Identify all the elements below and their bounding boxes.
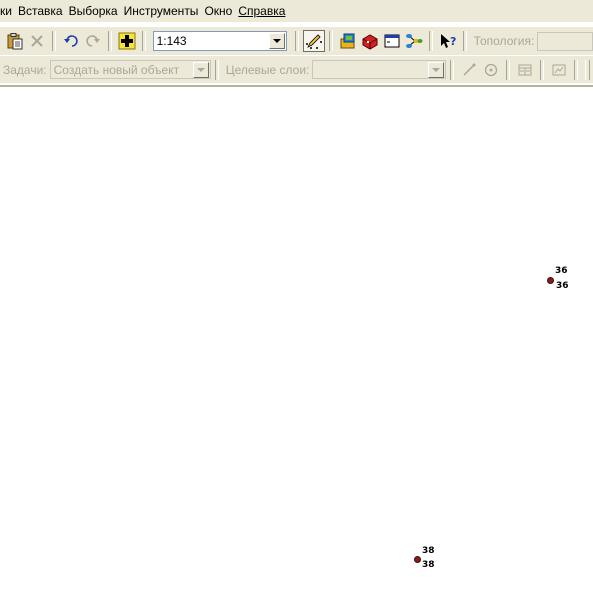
- chevron-down-icon: [273, 39, 282, 43]
- model-builder-button[interactable]: [403, 30, 425, 52]
- map-point-label: 38: [422, 546, 435, 556]
- toolbar-separator: [141, 31, 146, 51]
- toolbar-separator: [52, 31, 56, 51]
- edit-sketch-button[interactable]: [458, 59, 480, 81]
- menu-item-help[interactable]: Справка: [235, 0, 288, 22]
- toolbar-separator: [574, 59, 579, 80]
- undo-button[interactable]: [60, 30, 82, 52]
- editor-pencil-icon: [306, 34, 322, 49]
- arctoolbox-icon: [362, 34, 378, 50]
- paste-button[interactable]: [4, 30, 26, 52]
- arctoolbox-button[interactable]: [359, 30, 381, 52]
- map-point-feature[interactable]: [415, 557, 420, 562]
- menu-item-tools[interactable]: Инструменты: [121, 0, 202, 22]
- task-label: Задачи:: [3, 62, 47, 77]
- sketch-tool-icon: [463, 63, 476, 76]
- map-point-label: 38: [422, 560, 435, 570]
- menu-item-selection[interactable]: Выборка: [66, 0, 121, 22]
- task-dropdown-button[interactable]: [192, 61, 209, 78]
- attributes-button[interactable]: [514, 59, 536, 81]
- map-display[interactable]: 36 36 38 38: [0, 85, 593, 597]
- add-data-icon: [118, 32, 136, 50]
- toolbar-separator: [107, 31, 112, 51]
- menu-item-help-label: Справка: [238, 4, 286, 18]
- arccatalog-icon: [340, 33, 355, 49]
- menu-item-partial[interactable]: ки: [0, 0, 15, 22]
- map-scale-dropdown-button[interactable]: [269, 33, 286, 49]
- toolbar-grip[interactable]: [585, 59, 590, 80]
- toolbar-separator: [506, 59, 511, 80]
- map-scale-value: 1:143: [156, 34, 187, 48]
- chevron-down-icon: [432, 67, 441, 72]
- map-point-label: 36: [555, 266, 568, 276]
- model-builder-icon: [405, 34, 423, 48]
- whats-this-icon: ?: [440, 34, 456, 48]
- target-layers-combobox[interactable]: [312, 60, 447, 79]
- task-combobox[interactable]: Создать новый объект: [49, 60, 211, 79]
- redo-icon: [86, 35, 100, 47]
- sketch-properties-icon: [552, 64, 566, 75]
- arccatalog-button[interactable]: [337, 30, 359, 52]
- topology-label: Топология:: [473, 34, 535, 48]
- target-layers-dropdown-button[interactable]: [428, 61, 445, 78]
- delete-icon: [31, 35, 43, 47]
- rotate-icon: [485, 63, 498, 76]
- map-point-feature[interactable]: [548, 278, 553, 283]
- rotate-tool-button[interactable]: [480, 59, 502, 81]
- add-data-button[interactable]: [116, 30, 138, 52]
- task-value: Создать новый объект: [53, 62, 180, 77]
- menu-item-insert[interactable]: Вставка: [15, 0, 66, 22]
- svg-text:?: ?: [450, 35, 456, 48]
- editor-toolbar-button[interactable]: [303, 30, 325, 52]
- attributes-table-icon: [518, 64, 532, 75]
- paste-icon: [7, 33, 23, 50]
- target-layers-label: Целевые слои:: [225, 62, 310, 77]
- toolbar-separator: [214, 59, 219, 80]
- standard-toolbar: 1:143 ? Топология:: [0, 26, 593, 55]
- gis-application-window: ки Вставка Выборка Инструменты Окно Спра…: [0, 0, 593, 597]
- toolbar-separator: [428, 31, 433, 51]
- delete-button[interactable]: [26, 30, 48, 52]
- menu-item-window[interactable]: Окно: [201, 0, 235, 22]
- sketch-properties-button[interactable]: [548, 59, 570, 81]
- toolbar-separator: [540, 59, 545, 80]
- topology-combobox[interactable]: [537, 31, 593, 51]
- toolbar-separator: [450, 59, 455, 80]
- toolbar-separator: [462, 31, 467, 51]
- editor-toolbar: Задачи: Создать новый объект Целевые сло…: [0, 56, 593, 83]
- map-scale-combobox[interactable]: 1:143: [152, 31, 288, 51]
- chevron-down-icon: [196, 67, 205, 72]
- undo-icon: [63, 35, 78, 47]
- menu-bar: ки Вставка Выборка Инструменты Окно Спра…: [0, 0, 593, 22]
- toolbar-separator: [329, 31, 333, 51]
- command-line-button[interactable]: [381, 30, 403, 52]
- whats-this-button[interactable]: ?: [437, 30, 459, 52]
- map-point-label: 36: [556, 281, 569, 291]
- toolbar-separator: [295, 31, 299, 51]
- redo-button[interactable]: [82, 30, 104, 52]
- command-line-icon: [384, 34, 400, 48]
